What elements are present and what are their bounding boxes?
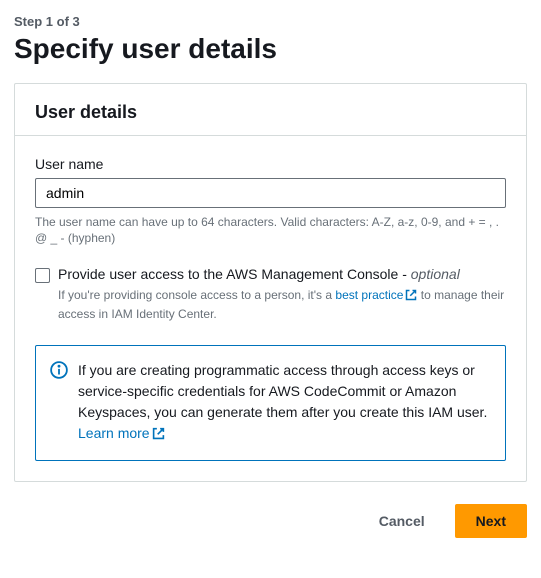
info-text: If you are creating programmatic access … (78, 360, 491, 446)
username-input[interactable] (35, 178, 506, 208)
console-access-checkbox[interactable] (35, 268, 50, 283)
step-indicator: Step 1 of 3 (14, 14, 527, 29)
console-access-label-pre: Provide user access to the AWS Managemen… (58, 266, 411, 282)
panel-header: User details (15, 84, 526, 136)
info-text-body: If you are creating programmatic access … (78, 362, 487, 420)
console-access-row: Provide user access to the AWS Managemen… (35, 266, 506, 323)
console-help-pre: If you're providing console access to a … (58, 288, 335, 302)
external-link-icon (152, 425, 165, 446)
learn-more-link[interactable]: Learn more (78, 425, 165, 441)
learn-more-link-text: Learn more (78, 425, 150, 441)
console-access-help: If you're providing console access to a … (58, 287, 506, 323)
best-practice-link[interactable]: best practice (335, 288, 417, 302)
cancel-button[interactable]: Cancel (359, 504, 445, 538)
footer: Cancel Next (14, 504, 527, 538)
username-label: User name (35, 156, 506, 172)
best-practice-link-text: best practice (335, 288, 403, 302)
panel-body: User name The user name can have up to 6… (15, 136, 526, 481)
console-access-content: Provide user access to the AWS Managemen… (58, 266, 506, 323)
info-icon (50, 361, 68, 384)
next-button[interactable]: Next (455, 504, 527, 538)
page-title: Specify user details (14, 33, 527, 65)
external-link-icon (405, 289, 417, 306)
username-help-text: The user name can have up to 64 characte… (35, 214, 506, 246)
user-details-panel: User details User name The user name can… (14, 83, 527, 482)
info-alert: If you are creating programmatic access … (35, 345, 506, 461)
optional-text: optional (411, 266, 460, 282)
console-access-label: Provide user access to the AWS Managemen… (58, 266, 460, 282)
